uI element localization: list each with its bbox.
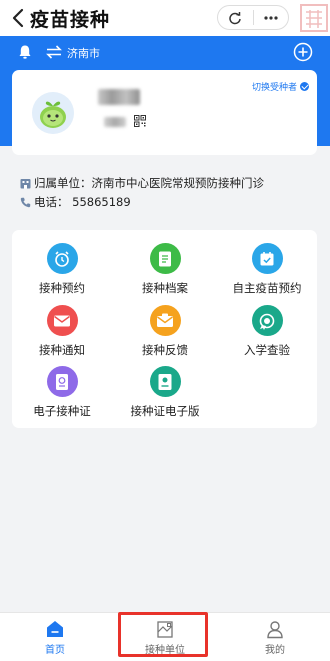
home-icon <box>47 621 63 637</box>
menu-item-appointment[interactable]: 接种预约 <box>12 243 112 296</box>
vaccination-unit-info: 归属单位：济南市中心医院常规预防接种门诊 电话： 55865189 <box>12 167 317 215</box>
qr-code-icon[interactable] <box>134 115 146 127</box>
menu-item-feedback[interactable]: 接种反馈 <box>115 305 215 358</box>
user-icon <box>267 621 283 639</box>
menu-label: 接种反馈 <box>142 343 188 357</box>
menu-item-records[interactable]: 接种档案 <box>115 243 215 296</box>
tab-home[interactable]: 首页 <box>0 613 110 661</box>
check-circle-icon <box>300 82 309 91</box>
switch-recipient-button[interactable]: 切换受种者 <box>252 80 309 93</box>
menu-label: 入学查验 <box>244 343 290 357</box>
menu-item-school-check[interactable]: 入学查验 <box>217 305 317 358</box>
menu-label: 接种证电子版 <box>130 404 200 418</box>
document-icon <box>149 243 181 274</box>
menu-item-e-certificate-version[interactable]: 接种证电子版 <box>115 366 215 419</box>
feedback-mail-icon <box>149 305 181 336</box>
menu-item-notification[interactable]: 接种通知 <box>12 305 112 358</box>
menu-label: 电子接种证 <box>33 404 91 418</box>
menu-item-e-certificate[interactable]: 电子接种证 <box>12 366 112 419</box>
user-id-redacted <box>104 117 126 127</box>
switch-recipient-label: 切换受种者 <box>251 83 297 93</box>
tab-vaccination-unit[interactable]: 接种单位 <box>110 613 220 661</box>
passport-icon <box>46 366 78 397</box>
envelope-icon <box>46 305 78 336</box>
top-nav-bar: 疫苗接种 <box>0 0 330 36</box>
phone-row: 电话： 55865189 <box>20 194 131 210</box>
menu-label: 接种预约 <box>39 281 85 295</box>
tab-label: 接种单位 <box>145 645 185 656</box>
refresh-button[interactable] <box>218 6 253 29</box>
profile-card: 切换受种者 <box>12 70 317 155</box>
service-menu-grid: 接种预约 接种档案 自主疫苗预约 接种通知 接种反馈 入学查验 电子接种证 接种… <box>12 230 317 428</box>
menu-label: 接种通知 <box>39 343 85 357</box>
avatar <box>32 92 74 134</box>
belong-unit-label: 归属单位：济南市中心医院常规预防接种门诊 <box>34 176 264 190</box>
baby-avatar-icon <box>32 92 74 134</box>
chevron-left-icon[interactable] <box>8 7 30 29</box>
tab-label: 我的 <box>265 645 285 656</box>
bell-icon[interactable] <box>17 44 33 60</box>
belong-unit-row: 归属单位：济南市中心医院常规预防接种门诊 <box>20 175 264 191</box>
card-icon <box>149 366 181 397</box>
tab-mine[interactable]: 我的 <box>220 613 330 661</box>
building-icon <box>20 178 31 188</box>
mini-program-capsule <box>217 5 289 30</box>
user-name-redacted <box>98 89 140 105</box>
menu-label: 接种档案 <box>142 281 188 295</box>
bottom-tab-bar: 首页 接种单位 我的 <box>0 612 330 661</box>
calendar-check-icon <box>251 243 283 274</box>
stamp-decoration-icon <box>300 4 328 32</box>
tab-label: 首页 <box>45 645 65 656</box>
menu-label: 自主疫苗预约 <box>232 281 302 295</box>
phone-label[interactable]: 电话： 55865189 <box>34 194 131 210</box>
alarm-clock-icon <box>46 243 78 274</box>
page-title: 疫苗接种 <box>30 9 111 31</box>
plus-circle-icon[interactable] <box>293 42 313 62</box>
phone-icon <box>20 197 31 207</box>
menu-item-self-vaccine-appointment[interactable]: 自主疫苗预约 <box>217 243 317 296</box>
certificate-check-icon <box>251 305 283 336</box>
building-icon <box>157 621 173 638</box>
city-label[interactable]: 济南市 <box>67 45 100 61</box>
location-row: 济南市 <box>0 36 330 68</box>
swap-icon[interactable] <box>46 45 62 59</box>
more-button[interactable] <box>254 6 289 29</box>
more-icon <box>264 15 278 20</box>
refresh-icon <box>229 11 241 24</box>
